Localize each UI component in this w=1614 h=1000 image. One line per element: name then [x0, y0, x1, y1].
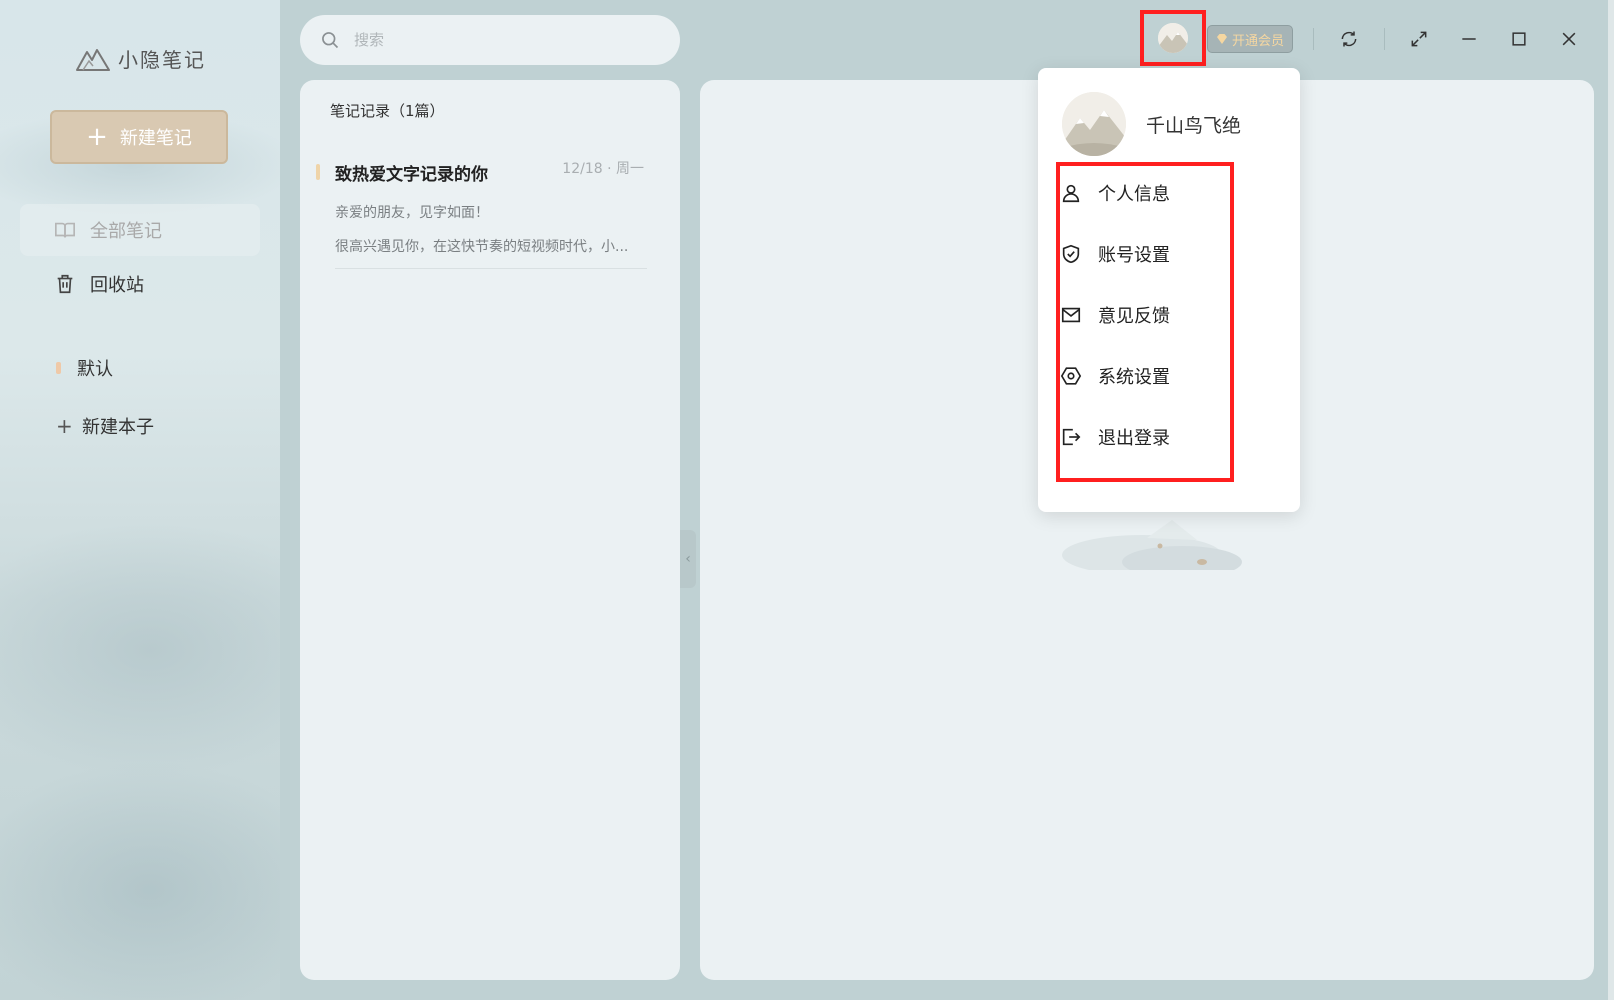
book-open-icon — [55, 222, 75, 238]
menu-item-profile[interactable]: 个人信息 — [1060, 180, 1170, 206]
search-icon — [322, 32, 339, 49]
notebook-default[interactable]: 默认 — [56, 355, 113, 381]
note-color-bar — [316, 164, 320, 180]
user-icon — [1062, 184, 1080, 203]
nav-trash[interactable]: 回收站 — [20, 258, 260, 310]
vip-label: 开通会员 — [1231, 33, 1284, 49]
new-note-button[interactable]: + 新建笔记 — [50, 110, 228, 164]
new-notebook-label: 新建本子 — [82, 417, 154, 438]
mountain-logo-icon — [76, 48, 110, 71]
username: 千山鸟飞绝 — [1146, 114, 1242, 137]
chevron-left-icon: ‹ — [685, 551, 691, 567]
divider — [335, 268, 647, 269]
close-icon — [1562, 32, 1576, 46]
mail-icon — [1061, 307, 1081, 323]
note-list-header: 笔记记录（1篇） — [330, 102, 445, 120]
list-item[interactable]: 致热爱文字记录的你 12/18 · 周一 亲爱的朋友，见字如面！ 很高兴遇见你，… — [314, 150, 654, 270]
menu-item-settings[interactable]: 系统设置 — [1060, 363, 1170, 389]
settings-hex-icon — [1060, 367, 1082, 385]
menu-item-label: 系统设置 — [1098, 367, 1170, 388]
app-logo: 小隐笔记 — [76, 44, 206, 73]
note-preview-line: 亲爱的朋友，见字如面！ — [335, 205, 489, 221]
menu-item-label: 退出登录 — [1098, 428, 1170, 449]
fullscreen-button[interactable] — [1404, 24, 1434, 54]
new-note-label: 新建笔记 — [119, 128, 192, 149]
maximize-button[interactable] — [1504, 24, 1534, 54]
minimize-icon — [1462, 38, 1476, 40]
sync-icon — [1341, 31, 1357, 47]
sidebar: 小隐笔记 + 新建笔记 全部笔记 回收站 默认 + 新建本子 — [0, 0, 280, 1000]
avatar — [1062, 92, 1126, 156]
shield-check-icon — [1062, 244, 1080, 264]
note-preview-line: 很高兴遇见你，在这快节奏的短视频时代，小... — [335, 239, 629, 255]
collapse-panel-handle[interactable]: ‹ — [680, 530, 696, 588]
notebook-label: 默认 — [77, 359, 113, 380]
note-title: 致热爱文字记录的你 — [335, 165, 488, 185]
menu-item-account[interactable]: 账号设置 — [1060, 241, 1170, 267]
sidebar-mist — [0, 520, 280, 780]
menu-item-label: 意见反馈 — [1098, 306, 1170, 327]
menu-item-label: 账号设置 — [1098, 245, 1170, 266]
window-edge — [1608, 0, 1614, 1000]
vip-button[interactable]: 开通会员 — [1207, 25, 1293, 53]
app-name: 小隐笔记 — [118, 48, 206, 72]
avatar-button[interactable] — [1140, 10, 1206, 66]
nav-all-notes[interactable]: 全部笔记 — [20, 204, 260, 256]
sync-button[interactable] — [1334, 24, 1364, 54]
plus-icon: + — [86, 122, 108, 152]
menu-item-logout[interactable]: 退出登录 — [1060, 424, 1170, 450]
plus-icon: + — [56, 414, 73, 438]
fullscreen-icon — [1411, 31, 1427, 47]
note-date: 12/18 · 周一 — [562, 161, 644, 177]
diamond-icon — [1216, 34, 1227, 44]
avatar — [1158, 23, 1188, 53]
user-dropdown-menu: 千山鸟飞绝 个人信息 账号设置 意见反馈 系统设置 退出登录 — [1038, 68, 1300, 512]
menu-item-feedback[interactable]: 意见反馈 — [1060, 302, 1170, 328]
search-box[interactable] — [300, 15, 680, 65]
toolbar-divider — [1384, 28, 1385, 50]
nav-label: 回收站 — [90, 275, 144, 296]
note-list-panel: 笔记记录（1篇） 致热爱文字记录的你 12/18 · 周一 亲爱的朋友，见字如面… — [300, 80, 680, 980]
trash-icon — [57, 274, 73, 294]
logout-icon — [1062, 428, 1081, 446]
user-profile: 千山鸟飞绝 — [1062, 92, 1241, 156]
close-button[interactable] — [1554, 24, 1584, 54]
new-notebook-button[interactable]: + 新建本子 — [56, 413, 154, 439]
minimize-button[interactable] — [1454, 24, 1484, 54]
toolbar-divider — [1313, 28, 1314, 50]
maximize-icon — [1512, 32, 1526, 46]
menu-item-label: 个人信息 — [1098, 184, 1170, 205]
search-input[interactable] — [352, 30, 656, 50]
nav-label: 全部笔记 — [90, 221, 162, 242]
notebook-color-dot — [56, 362, 61, 374]
sidebar-mist — [0, 760, 280, 1000]
